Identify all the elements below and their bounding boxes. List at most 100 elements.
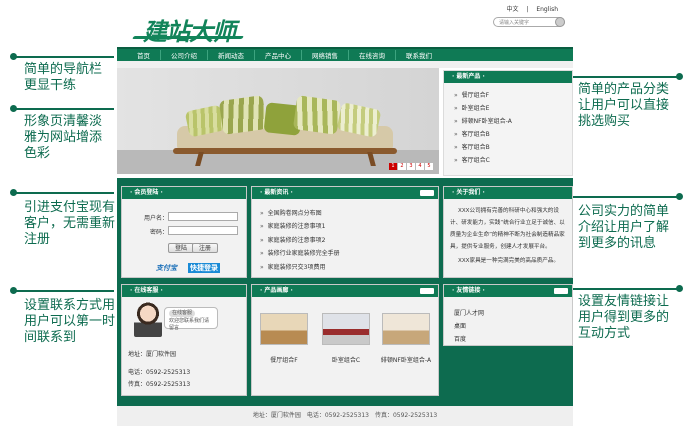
- online-service-bubble[interactable]: 在线客服 欢迎您联系我们请留言: [164, 307, 218, 331]
- news-item[interactable]: 家庭装修的注意事项2: [260, 234, 438, 247]
- annotation-dot: [676, 73, 683, 80]
- avatar: [134, 301, 162, 337]
- product-thumbnail[interactable]: [322, 313, 370, 345]
- alipay-logo[interactable]: 支付宝: [156, 263, 177, 273]
- annotation-banner: 形象页清馨淡雅为网站增添色彩: [24, 114, 103, 161]
- site-logo[interactable]: 建站大师: [131, 8, 244, 46]
- banner-page-3[interactable]: 3: [407, 163, 415, 170]
- annotation-links: 设置友情链接让用户得到更多的互动方式: [578, 294, 670, 341]
- news-item[interactable]: 全国购卷网点分布图: [260, 207, 438, 220]
- annotation-line: [572, 76, 678, 78]
- annotation-dot: [10, 53, 17, 60]
- banner-image[interactable]: 1 2 3 4 5: [117, 68, 439, 174]
- lang-en-link[interactable]: English: [536, 6, 558, 13]
- password-label: 密码：: [150, 229, 169, 236]
- product-gallery-panel: · 产品画廊 · 餐厅组合F 卧室组合C 緋顿NF卧室组合-A: [251, 284, 439, 396]
- friend-link[interactable]: 桌面: [454, 320, 572, 333]
- friend-link[interactable]: 百度: [454, 333, 572, 346]
- chat-tag: 在线客服: [169, 310, 196, 317]
- nav-item-consult[interactable]: 在线咨询: [349, 50, 396, 60]
- product-label[interactable]: 緋顿NF卧室组合-A: [374, 355, 438, 364]
- login-button[interactable]: 登陆: [168, 243, 195, 253]
- website-mockup: 建站大师 中文 | English 请输入关键字 首页 公司介绍 新闻动态 产品…: [117, 0, 573, 426]
- annotation-dot: [676, 285, 683, 292]
- news-item[interactable]: 装修行业家庭装修完全手册: [260, 247, 438, 260]
- annotation-line: [572, 288, 678, 290]
- annotation-categories: 简单的产品分类让用户可以直接挑选购买: [578, 82, 670, 129]
- nav-item-sales[interactable]: 网络销售: [302, 50, 349, 60]
- nav-item-home[interactable]: 首页: [127, 50, 161, 60]
- username-label: 用户名：: [144, 215, 169, 222]
- more-button[interactable]: [420, 190, 434, 196]
- news-item[interactable]: 家庭装修只交3项费用: [260, 261, 438, 274]
- sofa-frame: [173, 148, 397, 154]
- product-label[interactable]: 餐厅组合F: [252, 355, 316, 364]
- password-input[interactable]: [168, 226, 238, 235]
- nav-item-about[interactable]: 公司介绍: [161, 50, 208, 60]
- banner-page-1[interactable]: 1: [389, 163, 397, 170]
- product-thumbnail[interactable]: [382, 313, 430, 345]
- banner-page-5[interactable]: 5: [425, 163, 433, 170]
- annotation-contact: 设置联系方式用用户可以第一时间联系到: [24, 298, 116, 345]
- panel-title: · 友情链接 ·: [444, 285, 572, 297]
- register-button[interactable]: 注册: [192, 243, 219, 253]
- annotation-about: 公司实力的简单介绍让用户了解到更多的讯息: [578, 204, 670, 251]
- panel-title: · 产品画廊 ·: [252, 285, 438, 297]
- annotation-dot: [10, 105, 17, 112]
- product-thumbnail[interactable]: [260, 313, 308, 345]
- search-icon[interactable]: [555, 17, 565, 27]
- alipay-quick-login[interactable]: 快捷登录: [188, 263, 220, 273]
- panel-title: · 在线客服 ·: [122, 285, 246, 297]
- contact-panel: · 在线客服 · 在线客服 欢迎您联系我们请留言 地址：厦门软件园 电话：059…: [121, 284, 247, 396]
- category-item[interactable]: 客厅组合C: [454, 154, 572, 167]
- pillow: [218, 95, 268, 135]
- language-switch: 中文 | English: [503, 4, 561, 13]
- annotation-alipay: 引进支付宝现有客户，无需重新注册: [24, 200, 116, 247]
- banner-pager: 1 2 3 4 5: [389, 163, 433, 170]
- banner-page-4[interactable]: 4: [416, 163, 424, 170]
- category-item[interactable]: 客厅组合B: [454, 141, 572, 154]
- pillow: [292, 95, 342, 135]
- annotation-line: [14, 108, 114, 110]
- logo-swoosh: [132, 36, 244, 39]
- nav-item-news[interactable]: 新闻动态: [208, 50, 255, 60]
- category-item[interactable]: 客厅组合B: [454, 128, 572, 141]
- annotation-nav: 简单的导航栏更显干练: [24, 62, 103, 93]
- panel-title: · 会员登陆 ·: [122, 187, 246, 199]
- news-item[interactable]: 家庭装修的注意事项1: [260, 220, 438, 233]
- panel-title-text: · 产品画廊 ·: [260, 287, 293, 294]
- annotation-dot: [10, 287, 17, 294]
- product-label[interactable]: 卧室组合C: [314, 355, 378, 364]
- main-nav: 首页 公司介绍 新闻动态 产品中心 网络销售 在线咨询 联系我们: [117, 47, 573, 61]
- more-button[interactable]: [420, 288, 434, 294]
- chat-text: 欢迎您联系我们请留言: [169, 318, 210, 331]
- panel-title: · 最新资讯 ·: [252, 187, 438, 199]
- nav-underbar: [117, 61, 573, 68]
- panel-title: · 关于我们 ·: [444, 187, 572, 199]
- more-button[interactable]: [554, 288, 568, 294]
- annotation-line: [572, 196, 678, 198]
- contact-phone: 电话：0592-2525313: [128, 369, 191, 376]
- category-item[interactable]: 緋顿NF卧室组合-A: [454, 115, 572, 128]
- banner-page-2[interactable]: 2: [398, 163, 406, 170]
- contact-address: 地址：厦门软件园: [128, 351, 177, 358]
- panel-title-text: · 最新资讯 ·: [260, 189, 293, 196]
- nav-item-contact[interactable]: 联系我们: [396, 50, 442, 60]
- member-login-panel: · 会员登陆 · 用户名： 密码： 登陆 注册 支付宝 快捷登录: [121, 186, 247, 278]
- category-item[interactable]: 餐厅组合F: [454, 89, 572, 102]
- news-panel: · 最新资讯 · 全国购卷网点分布图 家庭装修的注意事项1 家庭装修的注意事项2…: [251, 186, 439, 278]
- annotation-dot: [10, 189, 17, 196]
- site-footer: 地址：厦门软件园 电话：0592-2525313 传真：0592-2525313: [117, 406, 573, 426]
- category-item[interactable]: 卧室组合E: [454, 102, 572, 115]
- panel-title: · 最新产品 ·: [444, 71, 572, 83]
- annotation-line: [14, 56, 114, 58]
- contact-fax: 传真：0592-2525313: [128, 381, 191, 388]
- nav-item-products[interactable]: 产品中心: [255, 50, 302, 60]
- username-input[interactable]: [168, 212, 238, 221]
- friend-link[interactable]: 厦门人才网: [454, 307, 572, 320]
- about-us-panel: · 关于我们 · XXX公司拥有完善的科研中心和强大的设计、研发能力，实践“统合…: [443, 186, 573, 278]
- annotation-line: [14, 192, 114, 194]
- lang-zh-link[interactable]: 中文: [506, 6, 518, 13]
- logo-text: 建站大师: [143, 18, 236, 46]
- annotation-line: [14, 290, 114, 292]
